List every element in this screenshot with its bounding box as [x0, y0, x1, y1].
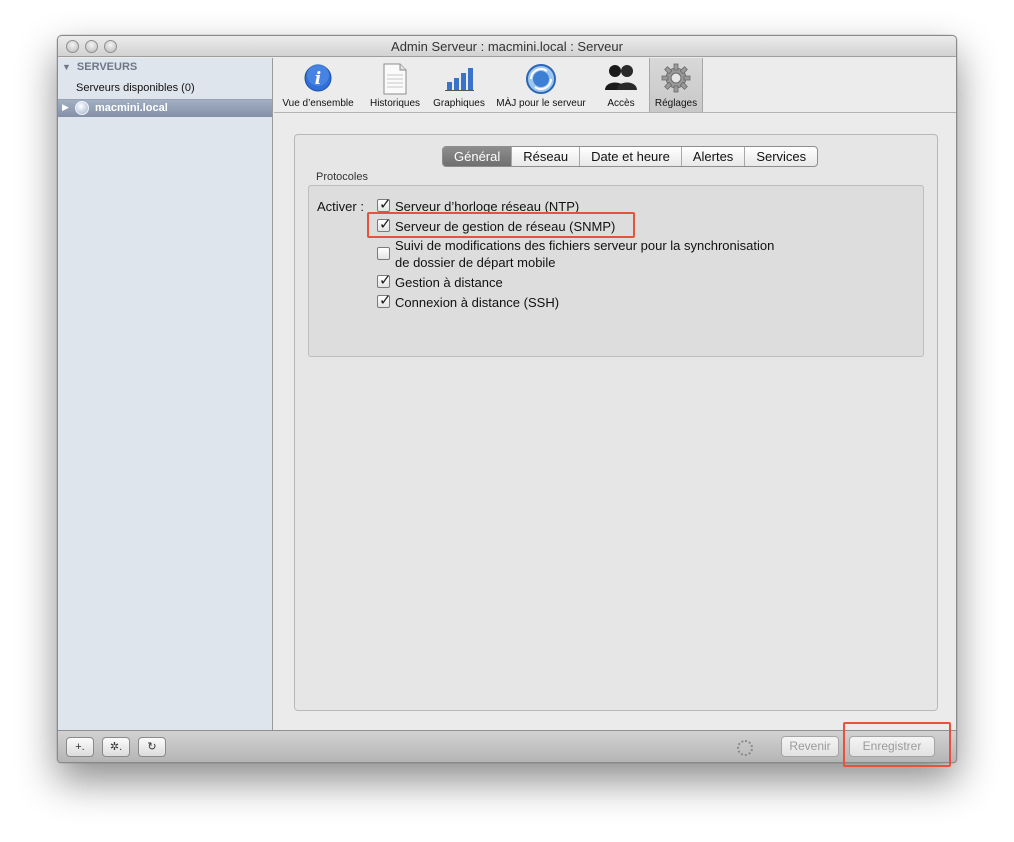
title-bar[interactable]: Admin Serveur : macmini.local : Serveur — [58, 36, 956, 57]
remote-management-checkbox[interactable]: ✓ — [377, 272, 392, 289]
remote-management-label: Gestion à distance — [395, 275, 503, 290]
sidebar-section-servers[interactable]: ▼ SERVEURS — [62, 61, 137, 73]
document-icon — [383, 63, 407, 95]
toolbar-logs-button[interactable]: Historiques — [364, 58, 426, 112]
server-globe-icon — [75, 101, 89, 115]
software-update-icon — [526, 64, 556, 94]
toolbar-label: Graphiques — [433, 98, 485, 109]
toolbar-label: Vue d’ensemble — [282, 98, 354, 109]
tab-date-time[interactable]: Date et heure — [579, 147, 681, 166]
toolbar-label: Historiques — [369, 98, 421, 109]
users-icon — [605, 65, 637, 90]
refresh-button[interactable]: ↻ — [138, 737, 166, 757]
protocols-group-label: Protocoles — [316, 171, 368, 183]
toolbar-overview-button[interactable]: i Vue d’ensemble — [276, 58, 360, 112]
settings-tabs: Général Réseau Date et heure Alertes Ser… — [442, 146, 819, 167]
app-window: Admin Serveur : macmini.local : Serveur … — [57, 35, 957, 763]
toolbar-access-button[interactable]: Accès — [596, 58, 646, 112]
ssh-label: Connexion à distance (SSH) — [395, 295, 560, 310]
toolbar-graphs-button[interactable]: Graphiques — [428, 58, 490, 112]
toolbar-label: Réglages — [654, 98, 698, 109]
info-icon: i — [304, 64, 332, 92]
disclosure-triangle-down-icon[interactable]: ▼ — [62, 62, 71, 72]
checkmark-icon: ✓ — [379, 292, 392, 309]
toolbar-label: Accès — [607, 98, 635, 109]
toolbar-settings-button[interactable]: Réglages — [649, 58, 703, 112]
settings-content: Général Réseau Date et heure Alertes Ser… — [274, 114, 956, 730]
mobile-home-sync-label-line1: Suivi de modifications des fichiers serv… — [395, 238, 775, 253]
action-menu-button[interactable]: ✲. — [102, 737, 130, 757]
revert-button[interactable]: Revenir — [781, 736, 839, 757]
mobile-home-sync-checkbox[interactable] — [377, 247, 390, 260]
sidebar-item-available-servers[interactable]: Serveurs disponibles (0) — [76, 82, 195, 94]
toolbar: i Vue d’ensemble Historiques Graphiques … — [274, 58, 956, 113]
ssh-checkbox[interactable]: ✓ — [377, 292, 392, 309]
ntp-checkbox[interactable]: ✓ — [377, 196, 392, 213]
bottom-bar: +. ✲. ↻ Revenir Enregistrer — [58, 730, 956, 762]
svg-text:i: i — [315, 69, 321, 89]
disclosure-triangle-right-icon[interactable]: ▶ — [62, 102, 69, 113]
add-server-button[interactable]: +. — [66, 737, 94, 757]
bar-chart-icon — [445, 68, 474, 91]
tab-alerts[interactable]: Alertes — [680, 147, 744, 166]
snmp-highlight-annotation — [367, 212, 635, 238]
progress-spinner-icon — [737, 740, 753, 756]
tab-general[interactable]: Général — [443, 147, 512, 166]
tab-services[interactable]: Services — [744, 147, 817, 166]
sidebar-item-macmini[interactable]: ▶ macmini.local — [58, 99, 272, 117]
gear-icon — [661, 63, 691, 93]
toolbar-label: MÀJ pour le serveur — [496, 98, 586, 109]
checkmark-icon: ✓ — [379, 272, 392, 289]
save-button-highlight-annotation — [843, 722, 951, 767]
tab-network[interactable]: Réseau — [511, 147, 579, 166]
sidebar-section-label: SERVEURS — [76, 61, 138, 73]
window-title: Admin Serveur : macmini.local : Serveur — [391, 39, 623, 54]
activer-label: Activer : — [317, 199, 364, 214]
toolbar-software-update-button[interactable]: MÀJ pour le serveur — [492, 58, 590, 112]
protocols-group: Activer : ✓ Serveur d’horloge réseau (NT… — [308, 185, 924, 357]
sidebar: ▼ SERVEURS Serveurs disponibles (0) ▶ mac… — [58, 58, 273, 730]
mobile-home-sync-label-line2: de dossier de départ mobile — [395, 255, 556, 270]
sidebar-item-label: macmini.local — [95, 102, 168, 114]
checkmark-icon: ✓ — [379, 196, 392, 213]
